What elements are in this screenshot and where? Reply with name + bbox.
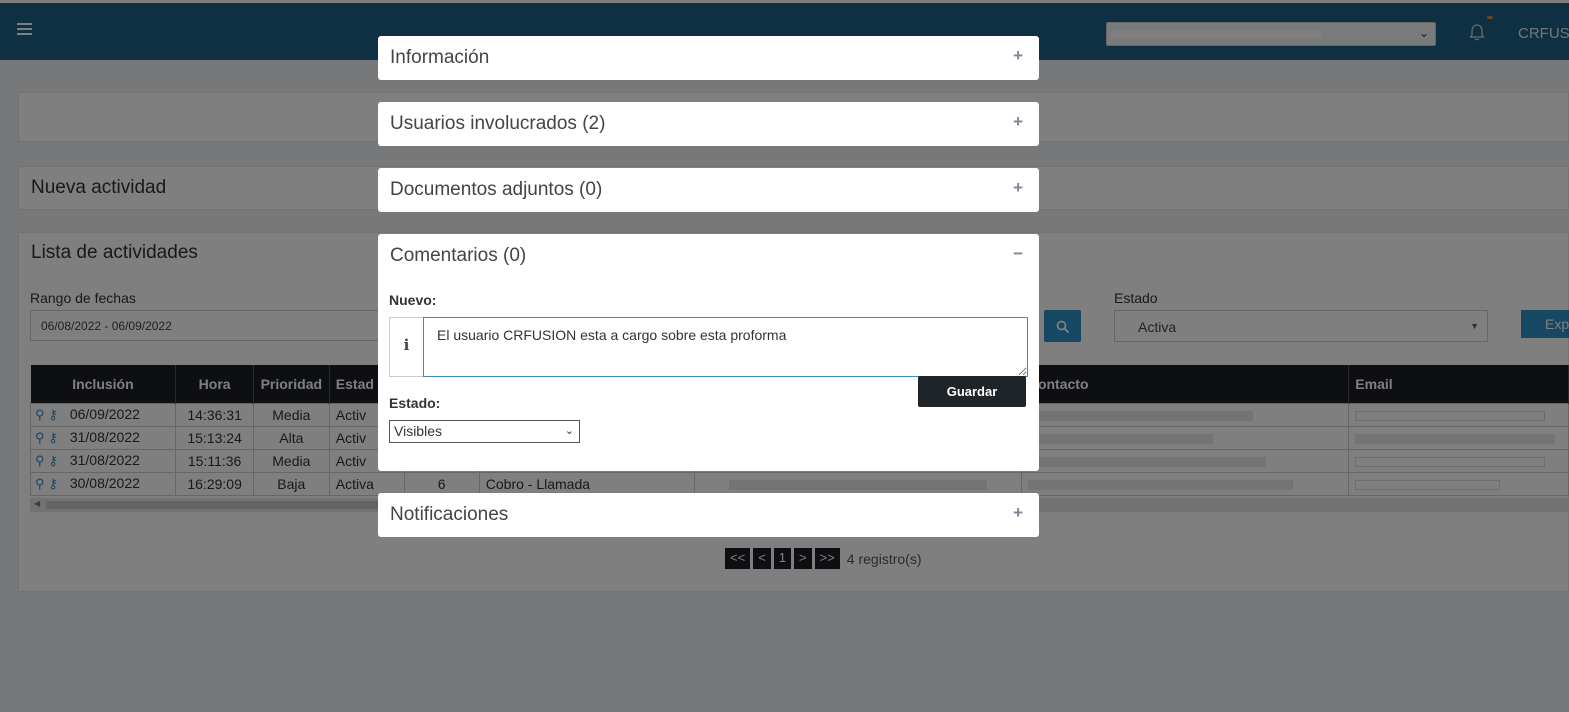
chevron-down-icon: ⌄: [564, 425, 574, 437]
section-title: Documentos adjuntos (0): [390, 179, 603, 200]
visibility-value: Visibles: [394, 423, 442, 439]
plus-icon[interactable]: +: [1013, 112, 1023, 132]
section-title: Notificaciones: [390, 504, 509, 525]
minus-icon[interactable]: −: [1013, 244, 1023, 264]
visibility-select[interactable]: Visibles ⌄: [389, 420, 580, 443]
info-icon: i: [390, 318, 423, 376]
section-informacion[interactable]: Información +: [378, 36, 1039, 80]
section-comentarios: Comentarios (0) − Nuevo: i El usuario CR…: [378, 234, 1039, 471]
section-header[interactable]: Información +: [378, 36, 1039, 80]
section-usuarios[interactable]: Usuarios involucrados (2) +: [378, 102, 1039, 146]
nuevo-label: Nuevo:: [389, 292, 437, 308]
plus-icon[interactable]: +: [1013, 178, 1023, 198]
section-title: Información: [390, 47, 490, 68]
save-button[interactable]: Guardar: [918, 376, 1026, 407]
comment-textarea[interactable]: El usuario CRFUSION esta a cargo sobre e…: [423, 317, 1028, 377]
section-title: Comentarios (0): [390, 245, 527, 266]
section-notificaciones[interactable]: Notificaciones +: [378, 493, 1039, 537]
section-header[interactable]: Usuarios involucrados (2) +: [378, 102, 1039, 146]
plus-icon[interactable]: +: [1013, 46, 1023, 66]
comment-input-group: i El usuario CRFUSION esta a cargo sobre…: [389, 317, 1028, 377]
estado-label: Estado:: [389, 395, 441, 411]
section-header[interactable]: Notificaciones +: [378, 493, 1039, 537]
section-documentos[interactable]: Documentos adjuntos (0) +: [378, 168, 1039, 212]
section-header[interactable]: Documentos adjuntos (0) +: [378, 168, 1039, 212]
section-title: Usuarios involucrados (2): [390, 113, 606, 134]
section-header[interactable]: Comentarios (0) −: [378, 234, 1039, 278]
plus-icon[interactable]: +: [1013, 503, 1023, 523]
